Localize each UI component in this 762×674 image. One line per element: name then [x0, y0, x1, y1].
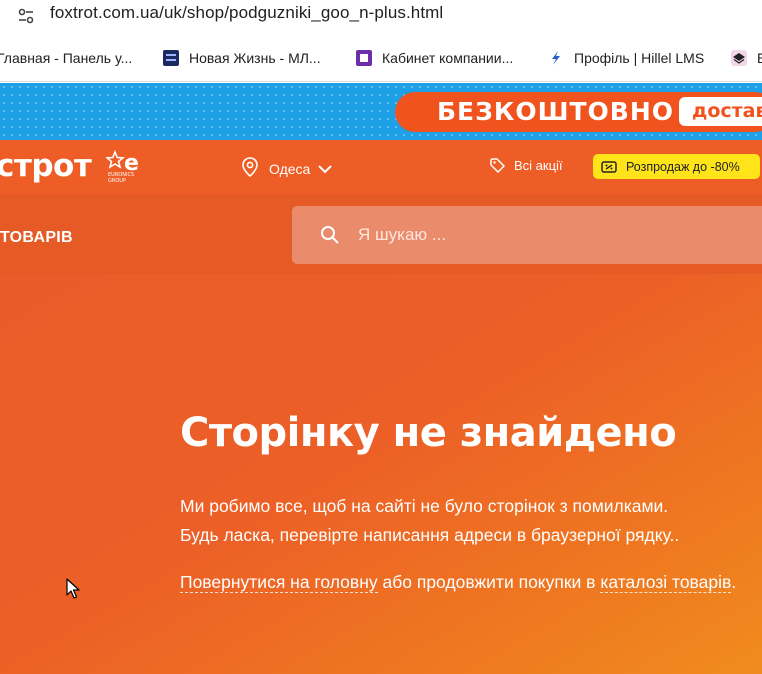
sale-badge[interactable]: Розпродаж до -80%	[593, 154, 760, 179]
sale-label: Розпродаж до -80%	[626, 159, 740, 174]
bookmarks-bar: Главная - Панель у... Новая Жизнь - МЛ..…	[0, 32, 762, 82]
bookmark-layers[interactable]: Б	[731, 48, 762, 68]
url-path: /uk/shop/podguzniki_goo_n-plus.html	[159, 3, 444, 22]
home-link[interactable]: Повернутися на головну	[180, 572, 378, 593]
search-input[interactable]	[356, 220, 736, 250]
error-description: Ми робимо все, щоб на сайті не було стор…	[180, 492, 750, 550]
error-page: Сторінку не знайдено Ми робимо все, щоб …	[0, 274, 762, 674]
site-header: строт e EURONICS GROUP Одеса Всі акції Р…	[0, 140, 762, 194]
error-description-line2: Будь ласка, перевірте написання адреси в…	[180, 525, 680, 545]
catalog-button[interactable]: ТОВАРІВ	[0, 229, 73, 247]
bookmark-hillel[interactable]: Профіль | Hillel LMS	[548, 48, 704, 68]
mouse-cursor-icon	[66, 578, 80, 605]
euronics-logo-icon: e EURONICS GROUP	[104, 149, 146, 189]
error-links: Повернутися на головну або продовжити по…	[180, 568, 740, 597]
hillel-favicon-icon	[548, 50, 564, 66]
city-label: Одеса	[269, 160, 311, 177]
bookmark-label: Главная - Панель у...	[0, 50, 133, 66]
bookmark-company-cabinet[interactable]: Кабинет компании...	[356, 48, 513, 68]
promo-free-text: БЕЗКОШТОВНО	[437, 97, 675, 126]
search-icon	[321, 226, 339, 244]
all-promos-label: Всі акції	[514, 158, 563, 173]
location-pin-icon	[241, 157, 259, 180]
bookmark-main-panel[interactable]: Главная - Панель у...	[0, 48, 132, 68]
city-selector[interactable]: Одеса	[241, 157, 333, 180]
catalog-link[interactable]: каталозі товарів	[600, 572, 732, 593]
layers-favicon-icon	[731, 50, 747, 66]
promo-delivery-text: достав	[692, 100, 762, 122]
promo-pill[interactable]: БЕЗКОШТОВНО достав	[395, 92, 762, 132]
bookmark-label: Кабинет компании...	[382, 50, 514, 66]
page-title: Сторінку не знайдено	[180, 410, 677, 456]
bookmark-label: Профіль | Hillel LMS	[574, 50, 705, 66]
nav-row: ТОВАРІВ	[0, 194, 762, 274]
discount-ticket-icon	[601, 160, 617, 173]
new-life-favicon-icon	[163, 50, 179, 66]
promo-banner[interactable]: БЕЗКОШТОВНО достав	[0, 83, 762, 140]
url-text[interactable]: foxtrot.com.ua/uk/shop/podguzniki_goo_n-…	[50, 3, 443, 23]
bookmark-label: Б	[757, 50, 762, 66]
tag-icon	[490, 158, 505, 173]
search-box[interactable]	[292, 206, 762, 264]
all-promos-link[interactable]: Всі акції	[490, 158, 563, 173]
or-text: або продовжити покупки в	[377, 572, 601, 592]
promo-delivery-box: достав	[679, 97, 762, 126]
purple-square-favicon-icon	[356, 50, 372, 66]
site-info-icon[interactable]	[14, 4, 38, 28]
svg-text:GROUP: GROUP	[108, 178, 126, 184]
error-description-line1: Ми робимо все, щоб на сайті не було стор…	[180, 496, 669, 516]
foxtrot-logo[interactable]: строт	[0, 148, 92, 184]
chevron-down-icon	[318, 161, 333, 177]
address-bar[interactable]: foxtrot.com.ua/uk/shop/podguzniki_goo_n-…	[0, 0, 762, 32]
period-text: .	[731, 572, 737, 592]
bookmark-label: Новая Жизнь - МЛ...	[189, 50, 321, 66]
bookmark-new-life[interactable]: Новая Жизнь - МЛ...	[163, 48, 321, 68]
url-host: foxtrot.com.ua	[50, 3, 160, 22]
